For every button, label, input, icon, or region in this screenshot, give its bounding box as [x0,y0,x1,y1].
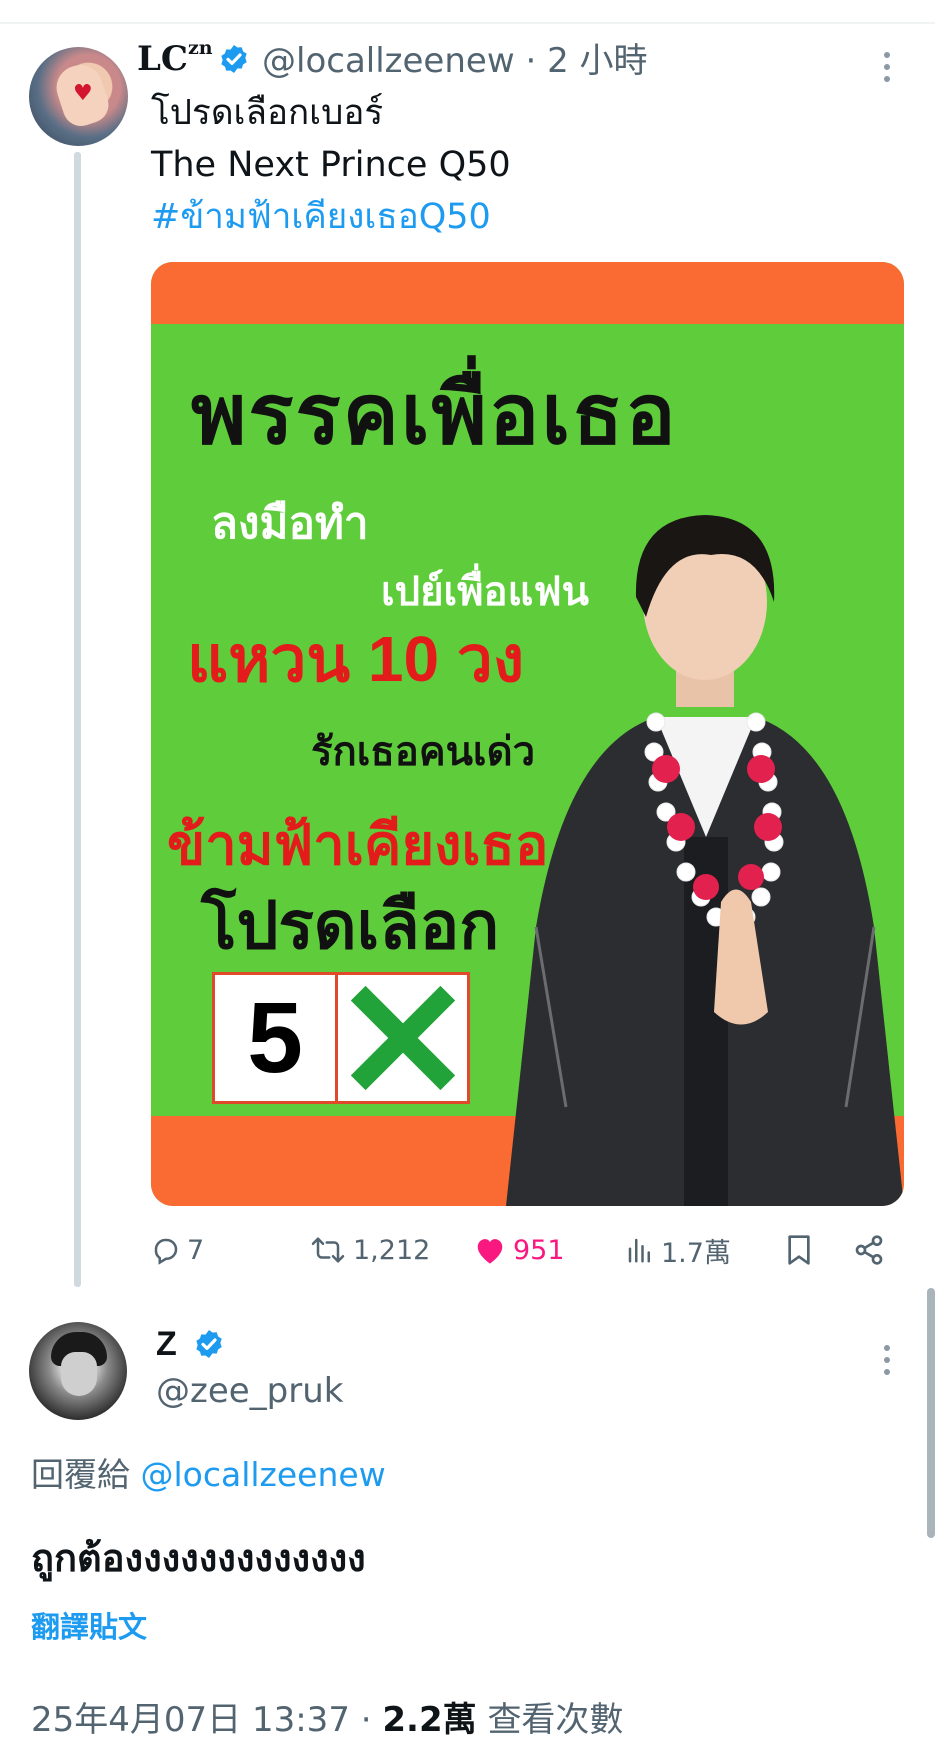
heart-filled-icon [477,1239,503,1264]
reply-view-count: 2.2萬 [382,1700,477,1740]
tweet-media-image[interactable]: พรรคเพื่อเธอ ลงมือทำ เปย์เพื่อแฟน แหวน 1… [151,262,904,1206]
person-photo [506,515,904,1206]
reply-count: 7 [187,1234,205,1266]
tweet-text-line-1: โปรดเลือกเบอร์ [151,93,384,133]
share-button[interactable] [853,1228,885,1272]
view-count: 1.7萬 [661,1237,731,1269]
tweet-action-bar: 7 1,212 951 1.7萬 [151,1228,891,1272]
more-options-icon[interactable] [881,52,893,82]
hashtag-link[interactable]: #ข้ามฟ้าเคียงเธอQ50 [151,196,491,238]
bookmark-icon [788,1235,810,1265]
poster-line-6: โปรดเลือก [201,888,500,962]
reply-button[interactable]: 7 [151,1228,204,1272]
poster-line-3: แหวน 10 วง [187,623,525,695]
reply-text: ถูกต้องงงงงงงงงงงงง [31,1536,366,1580]
tweet-time[interactable]: 2 小時 [547,41,647,81]
poster-title: พรรคเพื่อเธอ [191,367,678,461]
reply-mention-link[interactable]: @locallzeenew [141,1455,386,1494]
bookmark-button[interactable] [785,1228,813,1272]
like-button[interactable]: 951 [473,1228,565,1272]
retweet-button[interactable]: 1,212 [309,1228,430,1272]
reply-author-handle[interactable]: @zee_pruk [156,1374,343,1408]
ballot-number: 5 [215,975,338,1101]
reply-metadata: 25年4月07日 13:37 · 2.2萬 查看次數 [31,1700,624,1740]
author-handle-and-time[interactable]: @locallzeenew · 2 小時 [262,44,648,78]
retweet-count: 1,212 [353,1234,431,1266]
replying-to-line: 回覆給 @locallzeenew [31,1455,386,1494]
poster-line-1: ลงมือทำ [211,499,369,548]
more-options-icon[interactable] [881,1345,893,1375]
share-icon [855,1235,883,1265]
tweet-text-line-2: The Next Prince Q50 [151,145,511,185]
reply-timestamp[interactable]: 25年4月07日 13:37 [31,1700,350,1740]
avatar[interactable] [29,1322,127,1420]
top-divider [0,22,935,24]
poster-line-4: รักเธอคนเด่ว [311,730,536,774]
scrollbar[interactable] [927,1288,935,1538]
poster-top-band [151,262,904,324]
reply-icon [154,1238,178,1265]
verified-badge-icon [196,1330,222,1358]
verified-badge-icon [221,45,247,73]
thread-connector-line [74,152,81,1287]
translate-post-link[interactable]: 翻譯貼文 [31,1604,147,1646]
author-name[interactable]: LCzn [137,38,213,76]
poster-line-5: ข้ามฟ้าเคียงเธอ [167,813,549,876]
reply-author-name[interactable]: Z [156,1327,177,1361]
retweet-icon [311,1237,345,1263]
ballot-x-mark-icon [338,975,467,1101]
views-button[interactable]: 1.7萬 [625,1228,731,1272]
avatar[interactable]: ♥ [29,47,128,146]
like-count: 951 [513,1234,565,1266]
ballot-box: 5 [212,972,470,1104]
analytics-bars-icon [628,1238,650,1263]
